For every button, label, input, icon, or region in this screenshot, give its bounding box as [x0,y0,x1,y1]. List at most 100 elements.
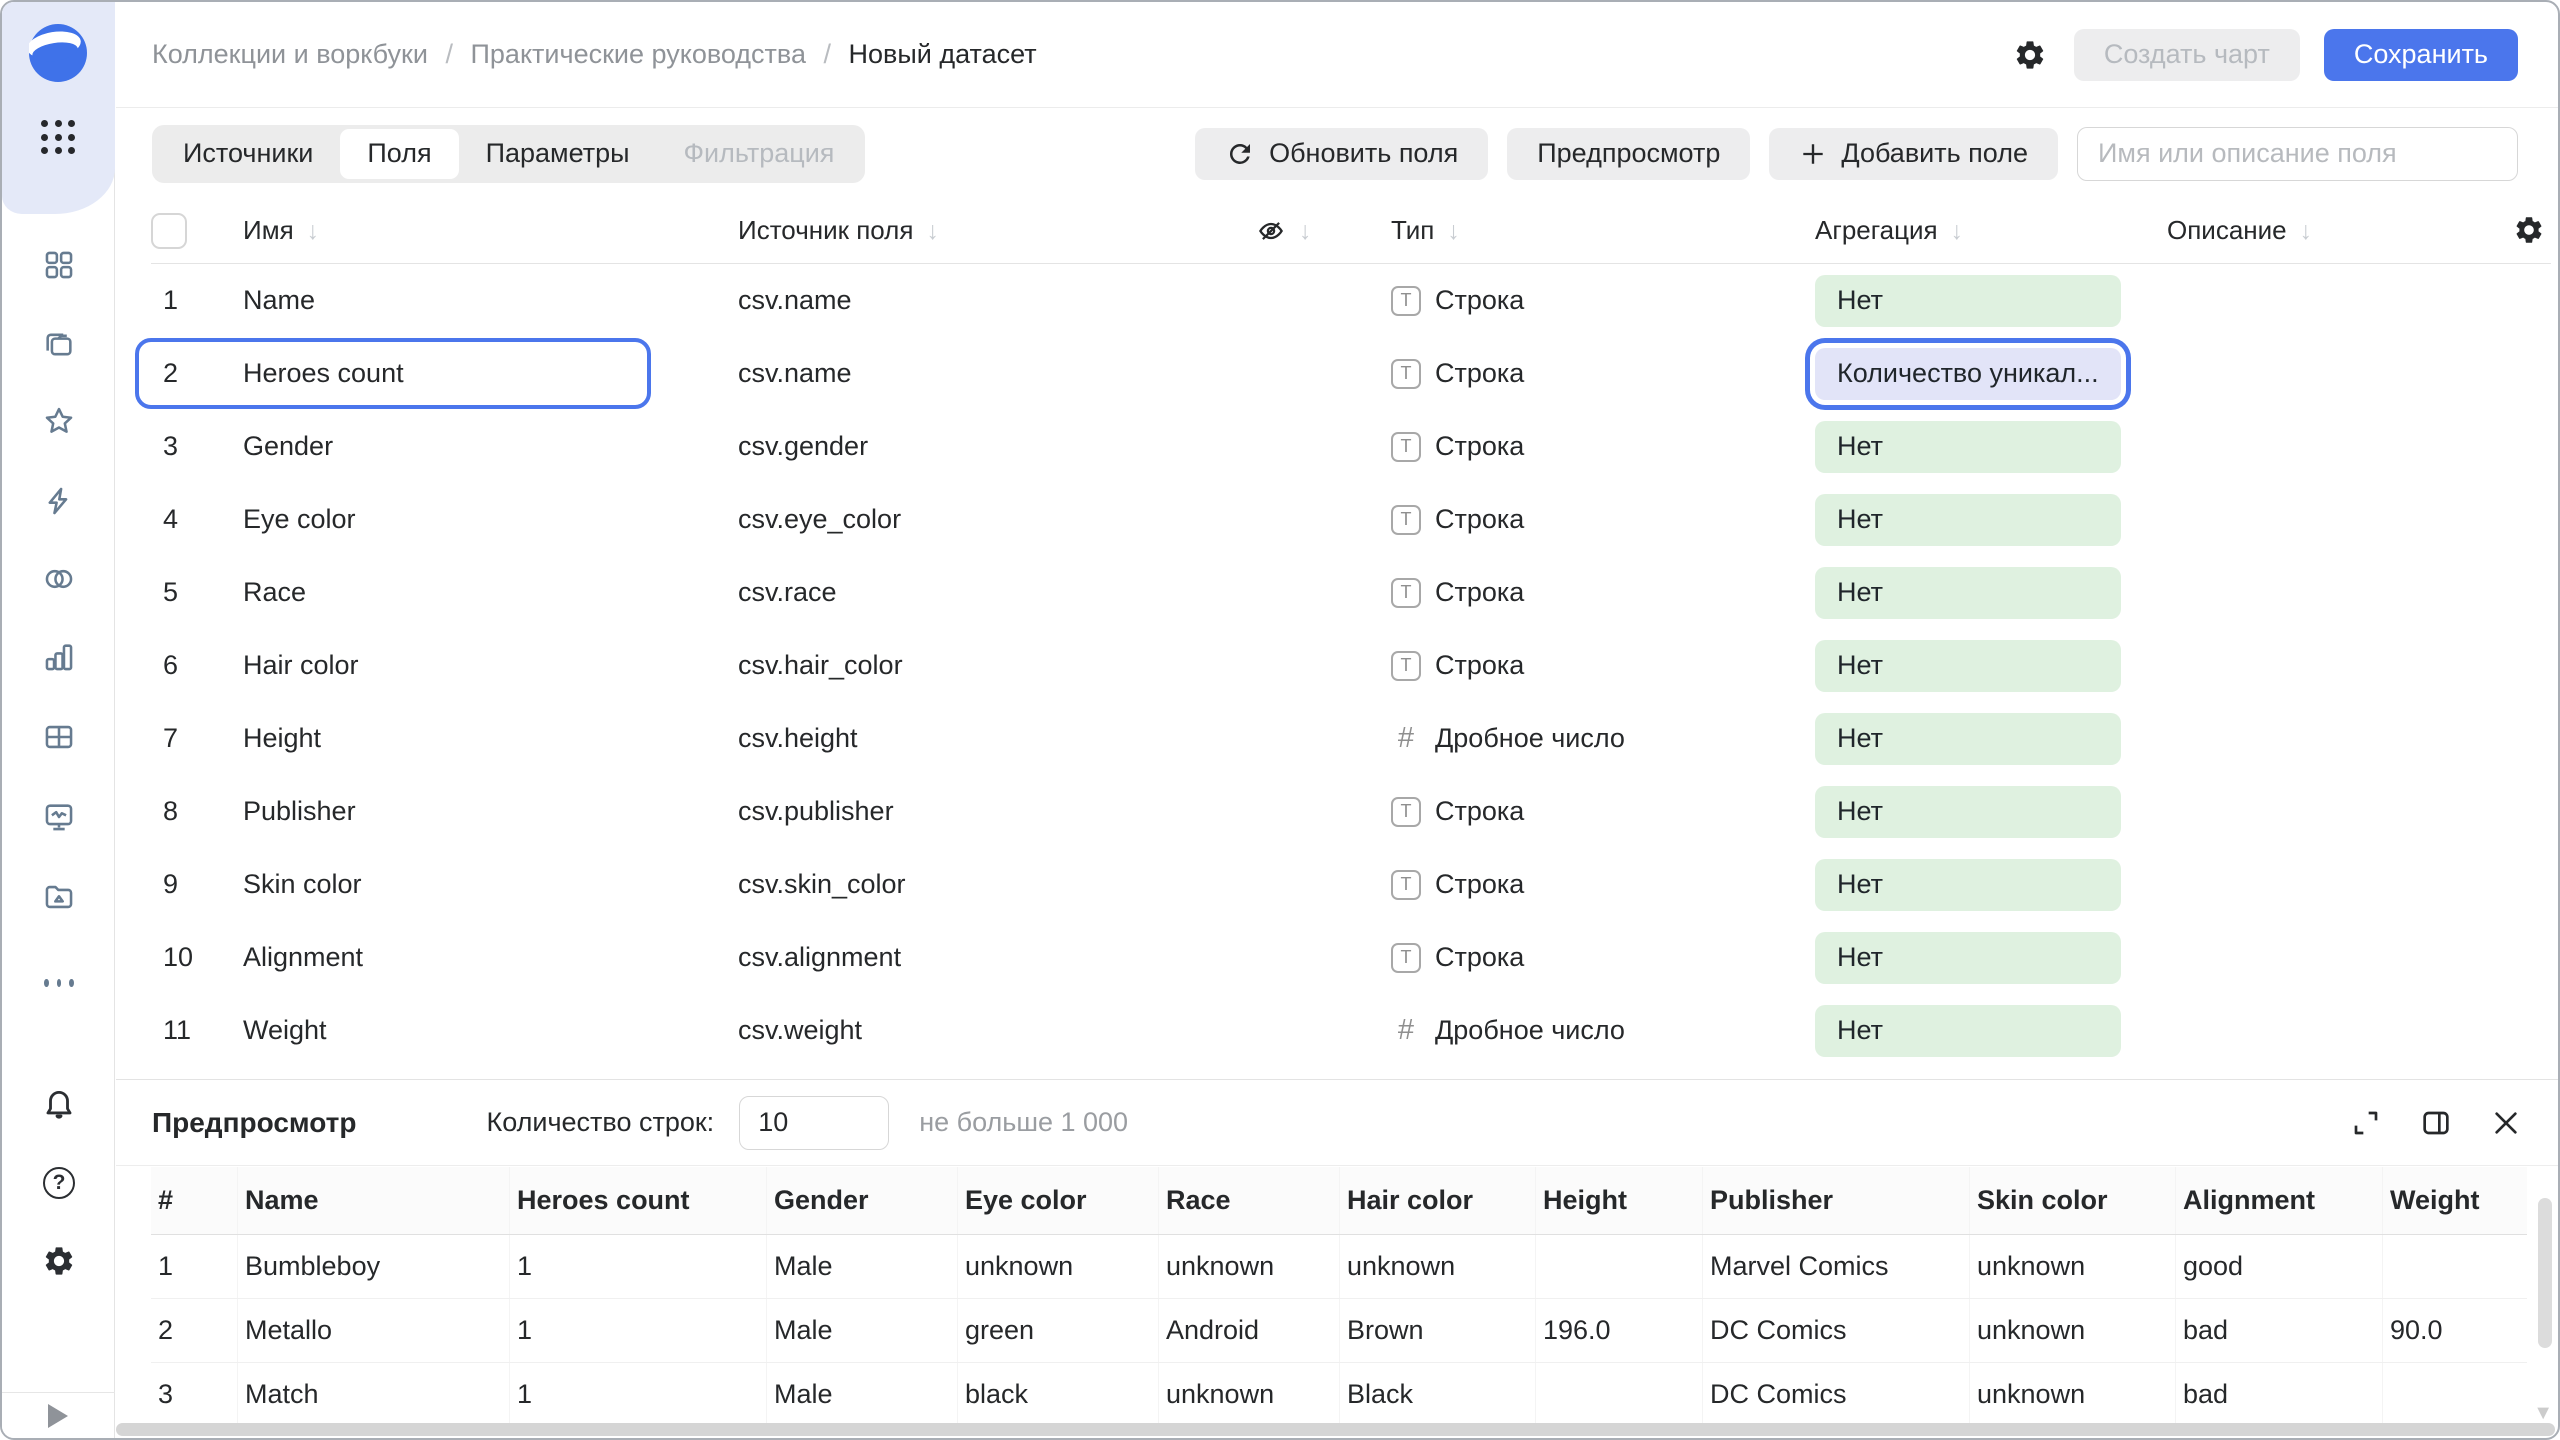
nav-more-icon[interactable] [40,964,78,1002]
field-row[interactable]: 6 Hair color csv.hair_color TСтрока Нет [151,629,2551,702]
field-aggregation[interactable]: Нет [1815,640,2167,692]
field-name[interactable]: Publisher [243,796,738,827]
field-aggregation[interactable]: Нет [1815,494,2167,546]
field-type[interactable]: TСтрока [1391,869,1815,900]
nav-flash-icon[interactable] [40,482,78,520]
nav-connections-icon[interactable] [40,560,78,598]
expand-sidebar-icon[interactable] [48,1404,68,1428]
add-field-button[interactable]: Добавить поле [1769,128,2058,180]
field-name[interactable]: Gender [243,431,738,462]
field-name[interactable]: Weight [243,1015,738,1046]
col-aggregation-label[interactable]: Агрегация [1815,215,1938,246]
field-aggregation[interactable]: Нет [1815,932,2167,984]
datalens-logo-icon[interactable] [29,24,87,82]
field-row[interactable]: 4 Eye color csv.eye_color TСтрока Нет [151,483,2551,556]
field-row[interactable]: 5 Race csv.race TСтрока Нет [151,556,2551,629]
field-row[interactable]: 10 Alignment csv.alignment TСтрока Нет [151,921,2551,994]
aggregation-value[interactable]: Нет [1815,640,2121,692]
nav-storage-icon[interactable] [40,878,78,916]
col-name-label[interactable]: Имя [243,215,294,246]
field-type[interactable]: TСтрока [1391,942,1815,973]
field-search-input[interactable] [2077,127,2518,181]
aggregation-value[interactable]: Нет [1815,275,2121,327]
nav-dashboards-icon[interactable] [40,798,78,836]
aggregation-value[interactable]: Нет [1815,786,2121,838]
field-row[interactable]: 8 Publisher csv.publisher TСтрока Нет [151,775,2551,848]
field-type[interactable]: TСтрока [1391,504,1815,535]
field-type[interactable]: TСтрока [1391,650,1815,681]
nav-tiles-icon[interactable] [40,246,78,284]
field-aggregation[interactable]: Нет [1815,421,2167,473]
settings-gear-icon[interactable] [40,1242,78,1280]
field-row[interactable]: 7 Height csv.height #Дробное число Нет [151,702,2551,775]
field-name[interactable]: Name [243,285,738,316]
notifications-bell-icon[interactable] [40,1084,78,1122]
field-name[interactable]: Eye color [243,504,738,535]
aggregation-value[interactable]: Нет [1815,859,2121,911]
field-aggregation[interactable]: Нет [1815,786,2167,838]
sort-icon[interactable]: ↓ [2300,217,2313,246]
nav-charts-icon[interactable] [40,638,78,676]
nav-favorites-icon[interactable] [40,402,78,440]
breadcrumb-collections[interactable]: Коллекции и воркбуки [152,39,428,69]
hidden-eye-icon[interactable] [1256,216,1286,246]
sort-icon[interactable]: ↓ [1447,217,1460,246]
col-type-label[interactable]: Тип [1391,215,1434,246]
field-type[interactable]: TСтрока [1391,358,1815,389]
aggregation-value[interactable]: Нет [1815,421,2121,473]
aggregation-value[interactable]: Нет [1815,494,2121,546]
field-type[interactable]: TСтрока [1391,431,1815,462]
sort-icon[interactable]: ↓ [926,217,939,246]
preview-toggle-button[interactable]: Предпросмотр [1507,128,1750,180]
table-settings-gear-icon[interactable] [2513,214,2545,253]
select-all-checkbox[interactable] [151,213,187,249]
field-row-selected[interactable]: 2 Heroes count csv.name TСтрока Количест… [151,337,2551,410]
refresh-fields-button[interactable]: Обновить поля [1195,128,1488,180]
field-type[interactable]: TСтрока [1391,285,1815,316]
field-name[interactable]: Alignment [243,942,738,973]
field-name[interactable]: Height [243,723,738,754]
aggregation-value[interactable]: Нет [1815,932,2121,984]
col-source-label[interactable]: Источник поля [738,215,913,246]
sort-icon[interactable]: ↓ [1951,217,1964,246]
help-icon[interactable]: ? [40,1164,78,1202]
field-row[interactable]: 11 Weight csv.weight #Дробное число Нет [151,994,2551,1067]
aggregation-value-selected[interactable]: Количество уникал... [1815,348,2121,400]
horizontal-scrollbar[interactable] [116,1423,2555,1436]
sort-icon[interactable]: ↓ [307,217,320,246]
field-type[interactable]: TСтрока [1391,577,1815,608]
aggregation-value[interactable]: Нет [1815,567,2121,619]
nav-collections-icon[interactable] [40,326,78,364]
tab-fields[interactable]: Поля [340,129,458,179]
field-aggregation[interactable]: Нет [1815,713,2167,765]
nav-tables-icon[interactable] [40,718,78,756]
vertical-scrollbar-thumb[interactable] [2538,1198,2552,1348]
scroll-down-icon[interactable]: ▼ [2533,1402,2553,1425]
field-type[interactable]: TСтрока [1391,796,1815,827]
breadcrumb-guides[interactable]: Практические руководства [471,39,806,69]
field-aggregation[interactable]: Количество уникал... [1815,348,2167,400]
aggregation-value[interactable]: Нет [1815,713,2121,765]
field-name[interactable]: Race [243,577,738,608]
tab-parameters[interactable]: Параметры [459,129,657,179]
col-description-label[interactable]: Описание [2167,215,2287,246]
sort-icon[interactable]: ↓ [1299,217,1312,246]
field-type[interactable]: #Дробное число [1391,1014,1815,1047]
dataset-settings-gear-icon[interactable] [2010,35,2050,75]
field-aggregation[interactable]: Нет [1815,859,2167,911]
rows-count-input[interactable] [739,1096,889,1150]
expand-preview-icon[interactable] [2350,1107,2382,1139]
field-aggregation[interactable]: Нет [1815,275,2167,327]
aggregation-value[interactable]: Нет [1815,1005,2121,1057]
field-row[interactable]: 3 Gender csv.gender TСтрока Нет [151,410,2551,483]
apps-grid-icon[interactable] [41,120,77,156]
field-name[interactable]: Skin color [243,869,738,900]
field-name[interactable]: Hair color [243,650,738,681]
field-row[interactable]: 1 Name csv.name TСтрока Нет [151,264,2551,337]
field-aggregation[interactable]: Нет [1815,1005,2167,1057]
tab-sources[interactable]: Источники [156,129,340,179]
create-chart-button[interactable]: Создать чарт [2074,29,2300,81]
split-view-icon[interactable] [2420,1107,2452,1139]
field-row[interactable]: 9 Skin color csv.skin_color TСтрока Нет [151,848,2551,921]
close-preview-icon[interactable] [2490,1107,2522,1139]
